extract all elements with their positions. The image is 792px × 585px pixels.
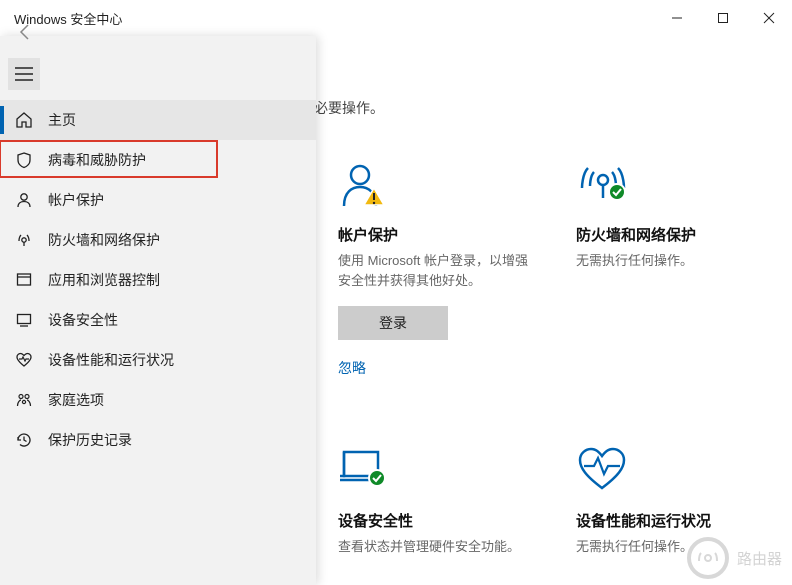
card-account-protection[interactable]: 帐户保护 使用 Microsoft 帐户登录，以增强安全性并获得其他好处。 登录…	[338, 154, 528, 378]
history-icon	[14, 430, 34, 450]
minimize-button[interactable]	[654, 0, 700, 36]
card-device-security[interactable]: 设备安全性 查看状态并管理硬件安全功能。	[338, 440, 528, 557]
sidebar-item-family[interactable]: 家庭选项	[0, 380, 316, 420]
card-desc: 查看状态并管理硬件安全功能。	[338, 537, 528, 557]
firewall-icon	[14, 230, 34, 250]
nav: 主页 病毒和威胁防护 帐户保护	[0, 94, 316, 460]
sidebar-item-label: 设备性能和运行状况	[48, 350, 174, 370]
sidebar-item-label: 应用和浏览器控制	[48, 270, 160, 290]
card-title: 防火墙和网络保护	[576, 224, 766, 245]
account-icon	[14, 190, 34, 210]
sidebar-item-home[interactable]: 主页	[0, 100, 316, 140]
sidebar-item-label: 设备安全性	[48, 310, 118, 330]
device-security-icon	[14, 310, 34, 330]
card-desc: 无需执行任何操作。	[576, 251, 766, 271]
sidebar-item-label: 病毒和威胁防护	[48, 150, 146, 170]
shield-icon	[14, 150, 34, 170]
device-health-icon	[14, 350, 34, 370]
hamburger-button[interactable]	[8, 58, 40, 90]
sidebar-item-label: 家庭选项	[48, 390, 104, 410]
sidebar-item-label: 主页	[48, 110, 76, 130]
card-title: 帐户保护	[338, 224, 528, 245]
home-icon	[14, 110, 34, 130]
sidebar-item-firewall[interactable]: 防火墙和网络保护	[0, 220, 316, 260]
cards: 帐户保护 使用 Microsoft 帐户登录，以增强安全性并获得其他好处。 登录…	[314, 154, 774, 557]
card-title: 设备性能和运行状况	[576, 510, 766, 531]
sidebar-item-account[interactable]: 帐户保护	[0, 180, 316, 220]
main-content: 必要操作。 帐户保护 使用 Microsoft 帐户登录，以增	[310, 36, 792, 585]
maximize-button[interactable]	[700, 0, 746, 36]
sidebar-item-label: 防火墙和网络保护	[48, 230, 160, 250]
card-desc: 使用 Microsoft 帐户登录，以增强安全性并获得其他好处。	[338, 251, 528, 290]
firewall-icon	[576, 154, 766, 210]
sidebar-item-virus[interactable]: 病毒和威胁防护	[0, 140, 316, 180]
sidebar: 主页 病毒和威胁防护 帐户保护	[0, 36, 316, 585]
device-health-icon	[576, 440, 766, 496]
subtitle-fragment: 必要操作。	[314, 98, 774, 118]
watermark: 路由器	[687, 537, 782, 579]
sidebar-item-label: 帐户保护	[48, 190, 104, 210]
close-button[interactable]	[746, 0, 792, 36]
device-security-icon	[338, 440, 528, 496]
sidebar-item-label: 保护历史记录	[48, 430, 132, 450]
sidebar-item-history[interactable]: 保护历史记录	[0, 420, 316, 460]
body: 主页 病毒和威胁防护 帐户保护	[0, 36, 792, 585]
watermark-text: 路由器	[737, 548, 782, 569]
back-button[interactable]	[14, 20, 38, 44]
card-title: 设备安全性	[338, 510, 528, 531]
family-icon	[14, 390, 34, 410]
watermark-icon	[687, 537, 729, 579]
card-firewall[interactable]: 防火墙和网络保护 无需执行任何操作。	[576, 154, 766, 378]
sidebar-item-device-health[interactable]: 设备性能和运行状况	[0, 340, 316, 380]
sidebar-item-device-security[interactable]: 设备安全性	[0, 300, 316, 340]
login-button[interactable]: 登录	[338, 306, 448, 340]
app-browser-icon	[14, 270, 34, 290]
sidebar-item-app-browser[interactable]: 应用和浏览器控制	[0, 260, 316, 300]
window: Windows 安全中心	[0, 0, 792, 585]
ignore-link[interactable]: 忽略	[338, 358, 528, 378]
account-icon	[338, 154, 528, 210]
